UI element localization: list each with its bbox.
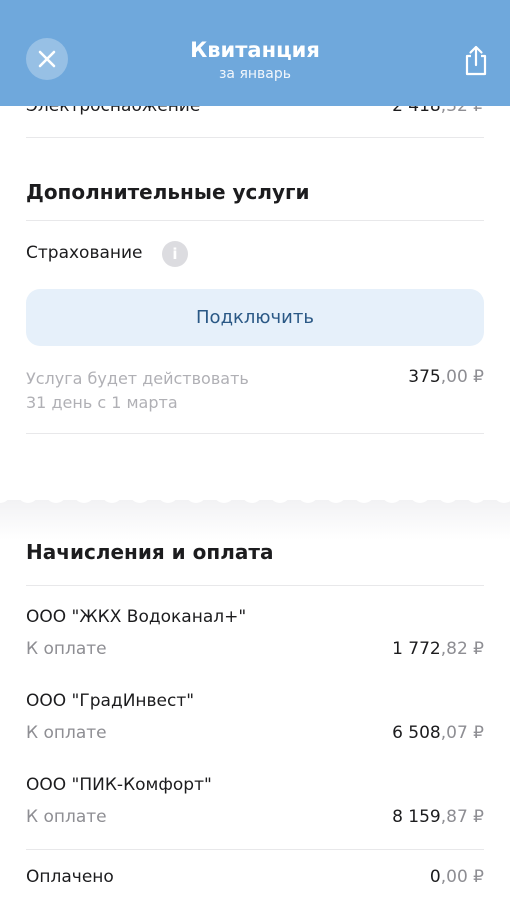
divider: [26, 433, 484, 434]
info-icon[interactable]: i: [162, 241, 188, 267]
divider: [26, 137, 484, 138]
paid-amount: 0,00 ₽: [429, 867, 484, 887]
charge-amount: 6 508,07 ₽: [392, 723, 484, 743]
service-amount: 375,00 ₽: [408, 367, 484, 387]
charge-company: ООО "ПИК-Комфорт": [26, 775, 212, 795]
divider: [26, 220, 484, 221]
insurance-label: Страхование: [26, 243, 143, 263]
divider: [26, 585, 484, 586]
charge-due-label: К оплате: [26, 639, 107, 659]
paid-label: Оплачено: [26, 867, 114, 887]
charge-company: ООО "ГрадИнвест": [26, 691, 195, 711]
share-button[interactable]: [462, 44, 490, 76]
charge-due-label: К оплате: [26, 723, 107, 743]
service-note: Услуга будет действовать 31 день с 1 мар…: [26, 367, 249, 415]
charges-title: Начисления и оплата: [26, 540, 274, 564]
service-note-line2: 31 день с 1 марта: [26, 393, 178, 412]
charge-company: ООО "ЖКХ Водоканал+": [26, 607, 247, 627]
charge-amount: 1 772,82 ₽: [392, 639, 484, 659]
page-subtitle: за январь: [218, 66, 292, 82]
receipt-tear-edge: [0, 484, 510, 503]
service-note-line1: Услуга будет действовать: [26, 369, 249, 388]
charge-due-label: К оплате: [26, 807, 107, 827]
charge-amount: 8 159,87 ₽: [392, 807, 484, 827]
share-icon: [465, 45, 487, 76]
header: Квитанция за январь: [0, 0, 510, 106]
additional-services-title: Дополнительные услуги: [26, 180, 310, 204]
connect-button[interactable]: Подключить: [26, 289, 484, 346]
page-title: Квитанция: [190, 38, 320, 62]
divider: [26, 849, 484, 850]
